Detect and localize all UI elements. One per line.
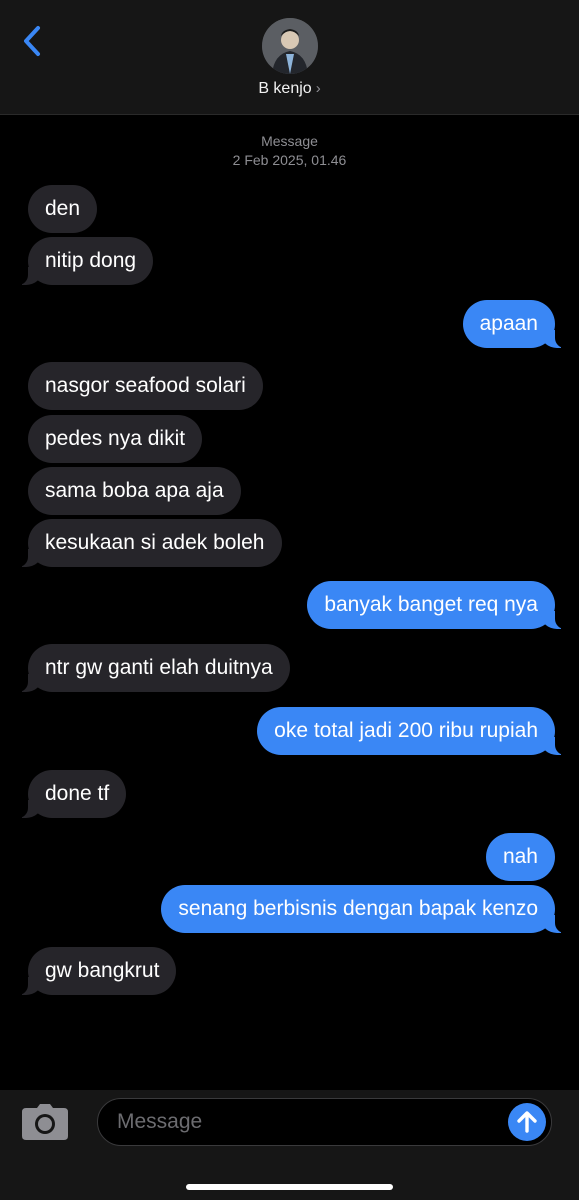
conversation-header: B kenjo ›	[0, 0, 579, 115]
message-text: ntr gw ganti elah duitnya	[45, 656, 273, 679]
contact-name: B kenjo	[258, 80, 312, 97]
message-text: nah	[502, 845, 538, 868]
thread-timestamp: 2 Feb 2025, 01.46	[232, 152, 347, 168]
service-label: Message	[261, 133, 318, 149]
message-bubble-outgoing[interactable]: oke total jadi 200 ribu rupiah	[257, 707, 571, 755]
contact-photo	[262, 18, 318, 74]
chevron-left-icon	[24, 26, 40, 56]
message-text: pedes nya dikit	[45, 427, 186, 450]
message-bubble-incoming[interactable]: gw bangkrut	[11, 947, 177, 995]
camera-icon	[22, 1104, 68, 1140]
message-text: apaan	[479, 312, 538, 335]
send-button[interactable]	[508, 1103, 546, 1141]
message-text: nasgor seafood solari	[45, 374, 246, 397]
message-text: oke total jadi 200 ribu rupiah	[274, 719, 538, 742]
chevron-right-icon: ›	[315, 80, 321, 97]
message-bubble-incoming[interactable]: den	[28, 185, 98, 233]
message-bubble-incoming[interactable]: nitip dong	[11, 237, 154, 285]
message-bubble-outgoing[interactable]: apaan	[462, 300, 572, 348]
home-indicator[interactable]	[186, 1184, 393, 1190]
message-text: banyak banget req nya	[324, 593, 538, 616]
back-button[interactable]	[20, 24, 46, 58]
message-text: gw bangkrut	[45, 959, 160, 982]
message-text: senang berbisnis dengan bapak kenzo	[178, 897, 538, 920]
contact-name-button[interactable]: B kenjo ›	[0, 80, 579, 98]
camera-button[interactable]	[22, 1104, 68, 1140]
message-text: done tf	[45, 782, 110, 805]
message-bubble-outgoing[interactable]: senang berbisnis dengan bapak kenzo	[161, 885, 571, 933]
message-text: den	[45, 197, 81, 220]
message-bubble-outgoing[interactable]: nah	[485, 833, 555, 881]
message-input-placeholder: Message	[117, 1110, 203, 1133]
message-bubble-incoming[interactable]: kesukaan si adek boleh	[12, 519, 282, 567]
message-bubble-incoming[interactable]: ntr gw ganti elah duitnya	[12, 644, 290, 692]
message-bubble-incoming[interactable]: sama boba apa aja	[28, 467, 241, 515]
message-text: nitip dong	[45, 249, 137, 272]
message-text: kesukaan si adek boleh	[45, 531, 265, 554]
message-input[interactable]: Message	[97, 1098, 552, 1146]
message-text: sama boba apa aja	[45, 479, 224, 502]
message-bubble-incoming[interactable]: pedes nya dikit	[28, 415, 203, 463]
arrow-up-icon	[517, 1111, 537, 1133]
message-bubble-incoming[interactable]: nasgor seafood solari	[28, 362, 263, 410]
message-bubble-incoming[interactable]: done tf	[11, 770, 127, 818]
message-bubble-outgoing[interactable]: banyak banget req nya	[307, 581, 571, 629]
avatar[interactable]	[262, 18, 318, 74]
